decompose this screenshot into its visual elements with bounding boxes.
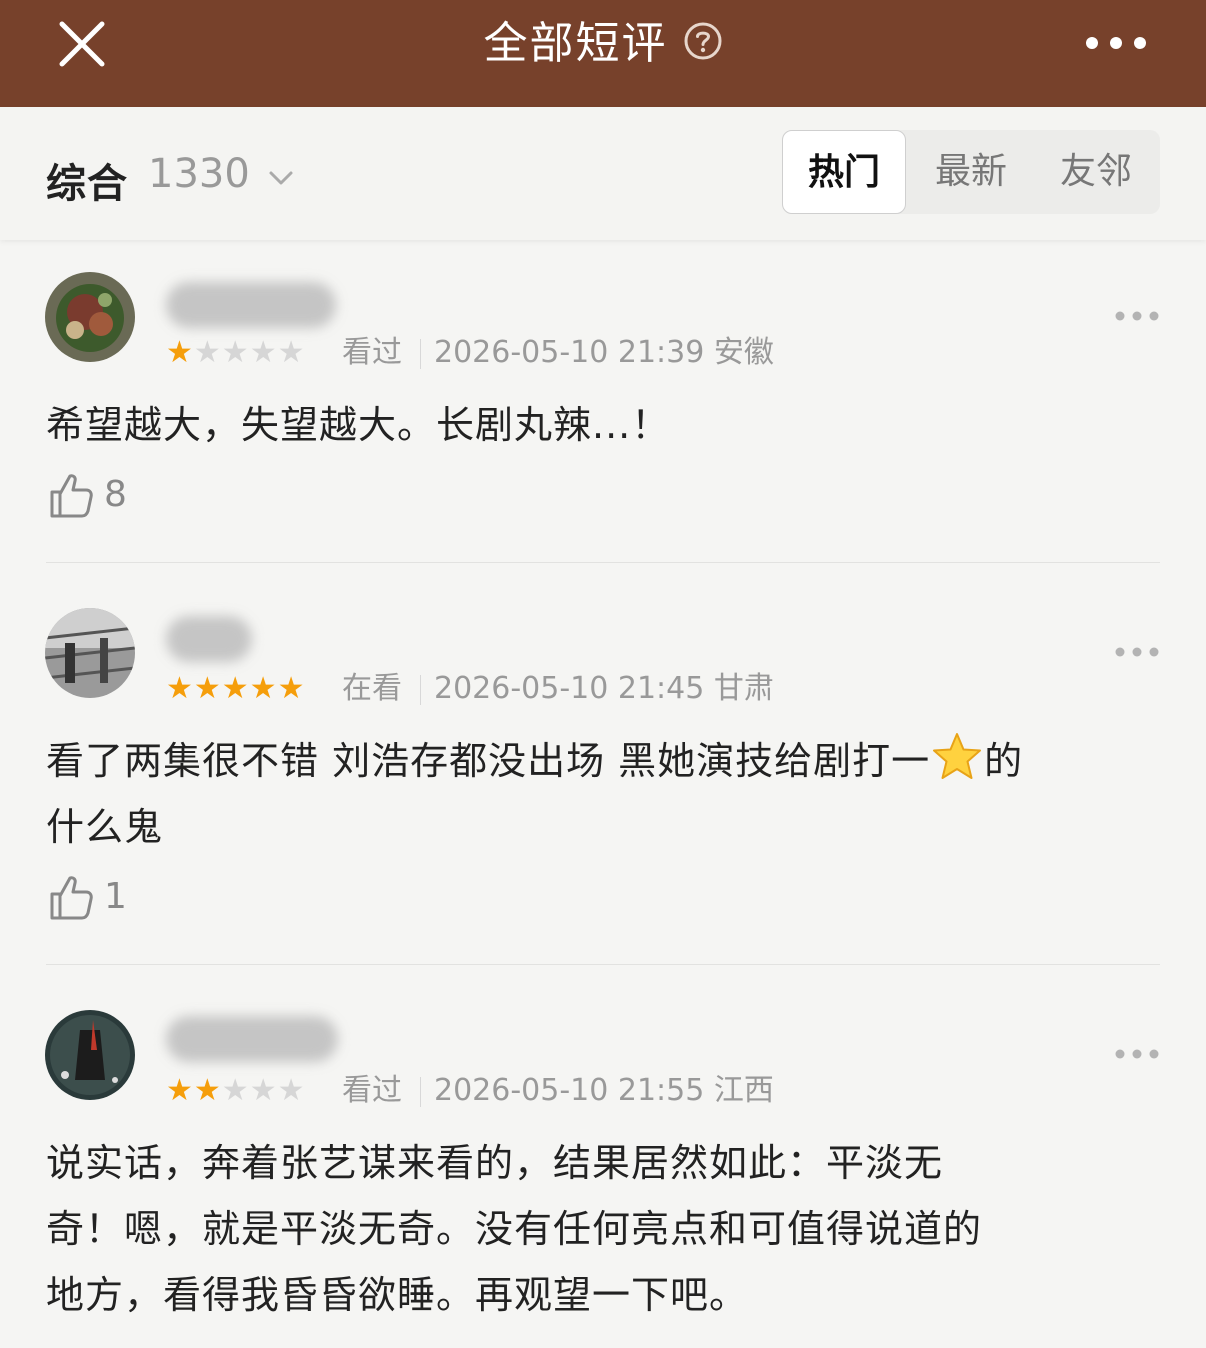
divider-vertical [420,675,421,705]
like-count: 1 [104,876,127,917]
avatar[interactable] [45,1010,135,1100]
sort-dropdown-label[interactable]: 综合 [46,151,128,209]
like-count: 8 [104,474,127,515]
review-text: 奇！嗯，就是平淡无奇。没有任何亮点和可值得说道的 [46,1207,983,1251]
tab-hot[interactable]: 热门 [782,130,906,214]
divider-vertical [420,1077,421,1107]
avatar[interactable] [45,608,135,698]
review-datetime: 2026-05-10 21:39 安徽 [434,335,774,370]
rating-stars: ★★★★★ [166,335,306,370]
review-text: 什么鬼 [46,805,164,849]
like-button[interactable]: 1 [46,872,166,922]
like-button[interactable]: 8 [46,470,166,520]
page-title: 全部短评 [483,18,668,69]
username-blurred[interactable] [166,1016,338,1062]
review-content: 说实话，奔着张艺谋来看的，结果居然如此：平淡无 奇！嗯，就是平淡无奇。没有任何亮点… [46,1130,1162,1328]
more-options-icon[interactable] [1080,28,1152,58]
tab-latest[interactable]: 最新 [909,130,1033,214]
avatar[interactable] [45,272,135,362]
chevron-down-icon[interactable] [266,163,296,193]
review-text: 地方，看得我昏昏欲睡。再观望一下吧。 [46,1273,749,1317]
thumbs-up-icon [50,474,93,518]
divider [46,562,1160,563]
more-options-icon[interactable] [1114,308,1160,324]
review-count: 1330 [148,151,250,197]
review-text: 看了两集很不错 刘浩存都没出场 黑她演技给剧打一 [46,739,931,783]
username-blurred[interactable] [166,616,252,662]
more-options-icon[interactable] [1114,1046,1160,1062]
top-bar: 全部短评 [0,0,1206,107]
sort-segmented-control: 热门 最新 友邻 [782,130,1160,214]
rating-stars: ★★★★★ [166,1073,306,1108]
review-datetime: 2026-05-10 21:55 江西 [434,1073,774,1108]
review-datetime: 2026-05-10 21:45 甘肃 [434,671,774,706]
more-options-icon[interactable] [1114,644,1160,660]
review-content: 看了两集很不错 刘浩存都没出场 黑她演技给剧打一 的什么鬼 [46,728,1162,860]
review-text: 的 [984,739,1024,783]
help-icon[interactable] [683,21,723,61]
divider-vertical [420,339,421,369]
watch-status: 看过 [342,335,402,370]
divider [46,964,1160,965]
header-title-group: 全部短评 [0,0,1206,90]
review-content: 希望越大，失望越大。长剧丸辣...！ [46,403,671,447]
review-text: 说实话，奔着张艺谋来看的，结果居然如此：平淡无 [46,1141,944,1185]
watch-status: 在看 [342,671,402,706]
star-emoji-icon [930,730,984,784]
rating-stars: ★★★★★ [166,671,306,706]
watch-status: 看过 [342,1073,402,1108]
thumbs-up-icon [50,876,93,920]
username-blurred[interactable] [166,282,336,328]
tab-friends[interactable]: 友邻 [1034,130,1158,214]
